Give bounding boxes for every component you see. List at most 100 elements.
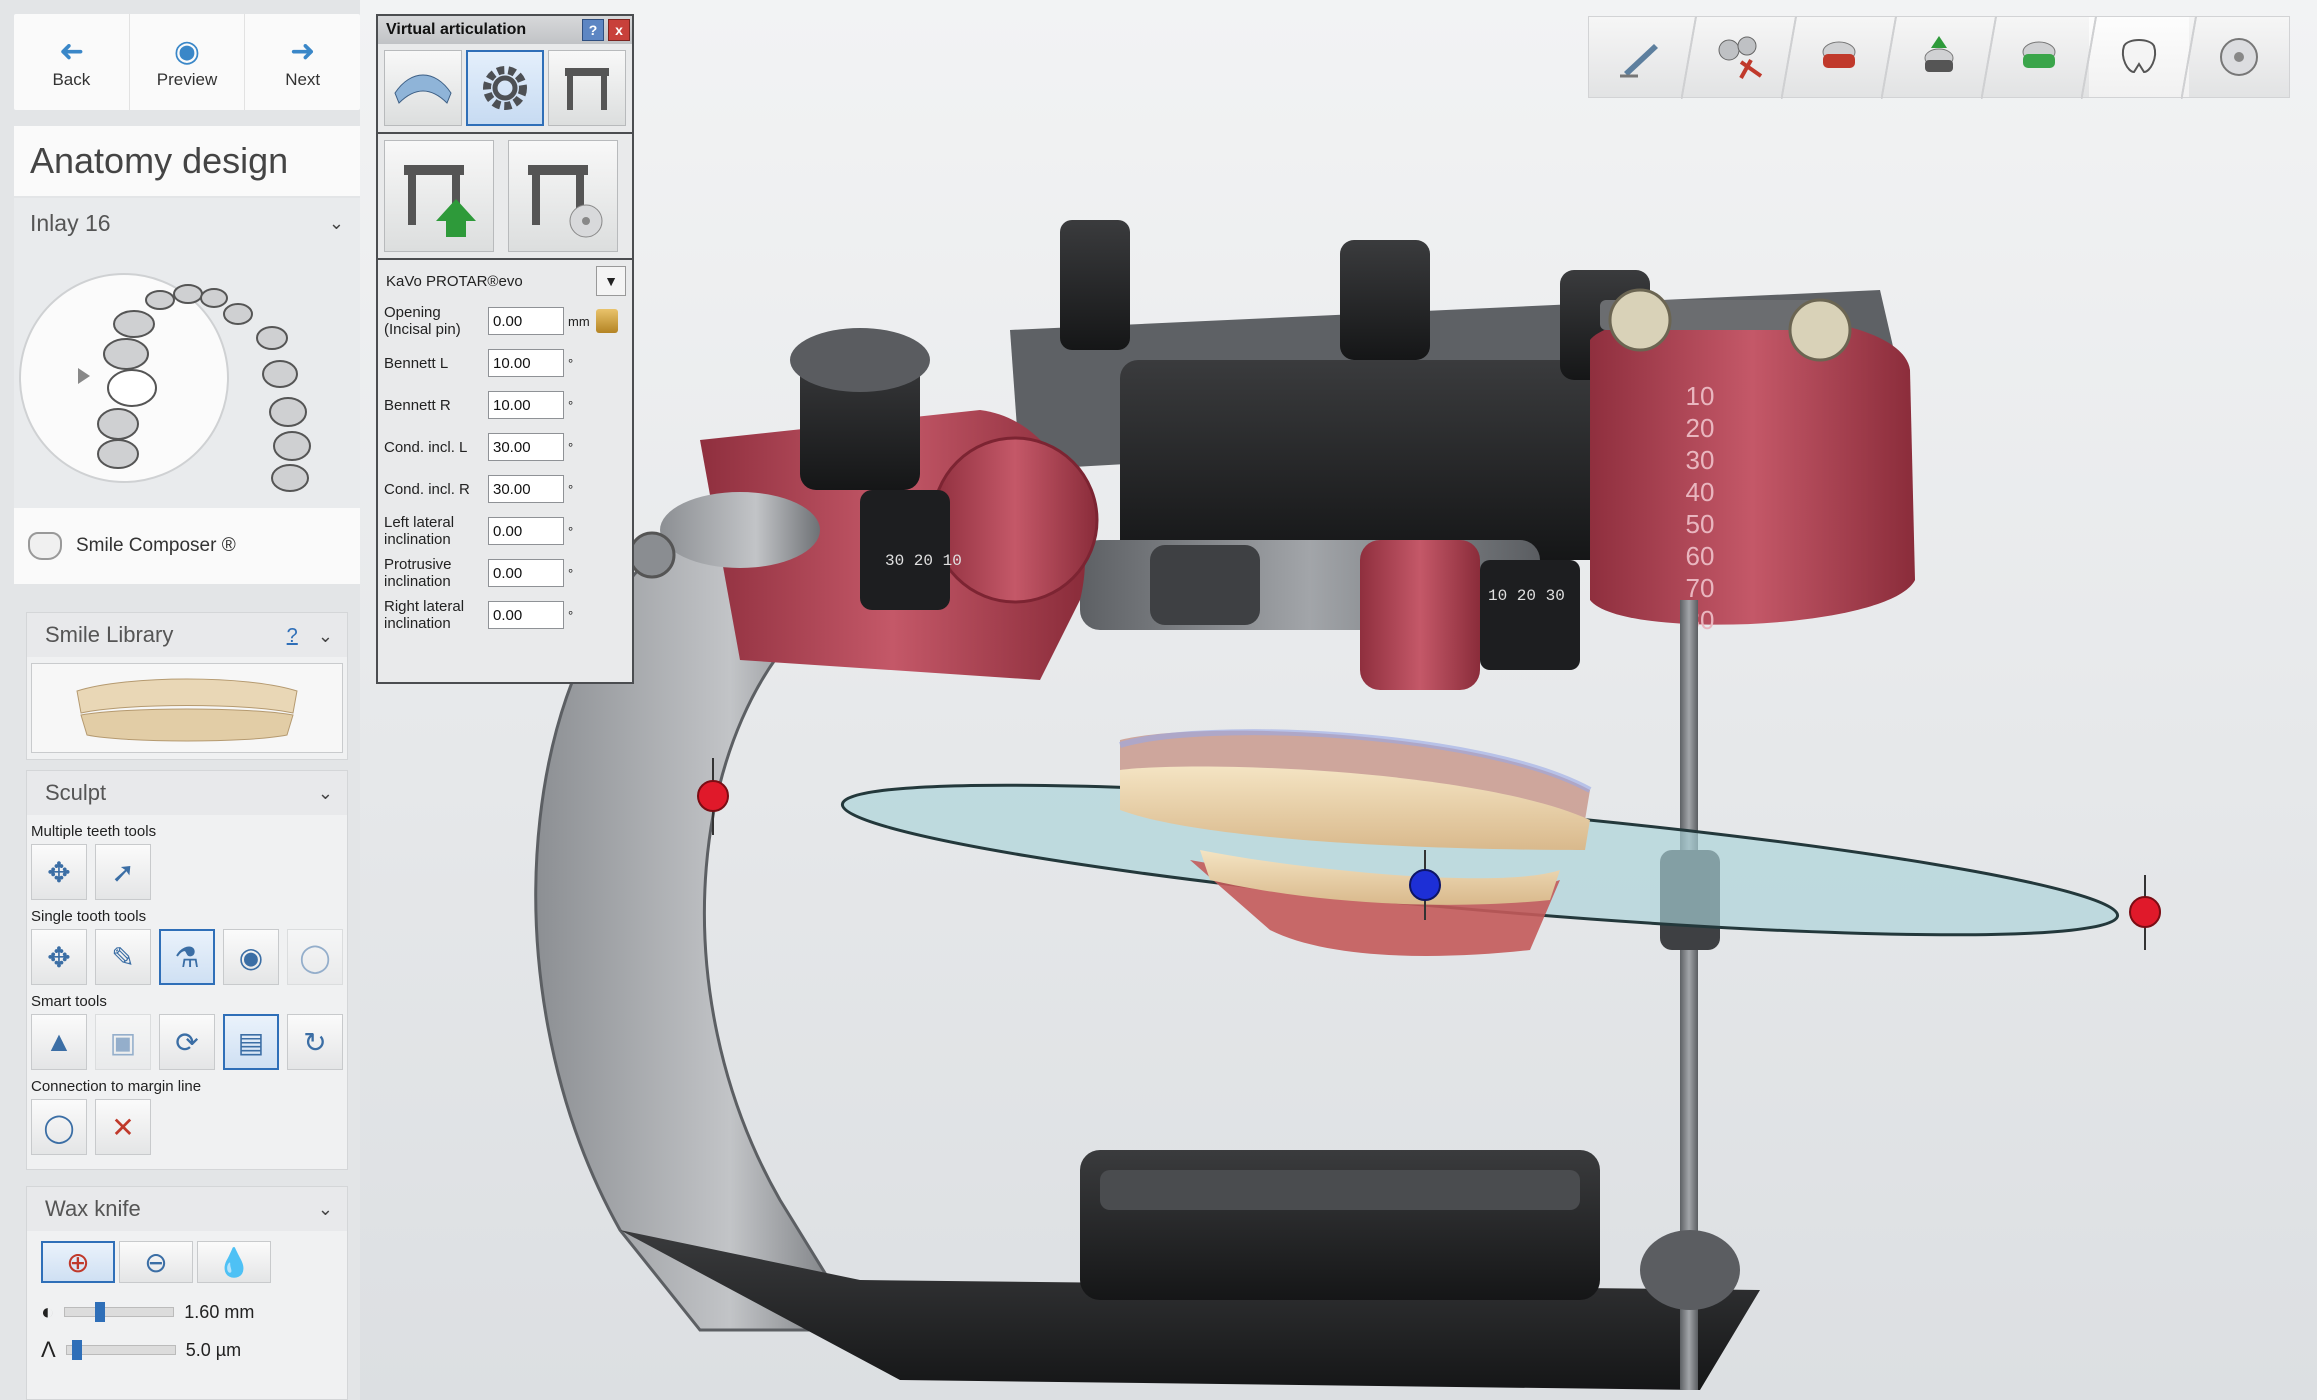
sculpt-header[interactable]: Sculpt ⌄ bbox=[27, 771, 347, 815]
multi-move-tool-icon[interactable]: ✥ bbox=[31, 844, 87, 900]
svg-text:60: 60 bbox=[1686, 541, 1715, 571]
articulator-scene[interactable]: 30 20 10 10 20 30 40 50 60 70 80 10 20 3… bbox=[360, 0, 2317, 1400]
step-save[interactable] bbox=[2189, 17, 2289, 97]
load-articulator-button[interactable] bbox=[508, 140, 618, 252]
single-move-tool-icon[interactable]: ✥ bbox=[31, 929, 87, 985]
svg-text:70: 70 bbox=[1686, 573, 1715, 603]
right-plane-handle[interactable] bbox=[2129, 875, 2161, 950]
param-unit: ° bbox=[568, 523, 574, 539]
disc-icon bbox=[528, 165, 603, 238]
step-parameters[interactable] bbox=[1989, 17, 2097, 99]
param-input[interactable]: 30.00 bbox=[488, 433, 564, 461]
adapt-tool-icon[interactable]: ▲ bbox=[31, 1014, 87, 1070]
export-articulator-button[interactable] bbox=[384, 140, 494, 252]
left-panel: ➜ Back ◉ Preview ➜ Next .nav-btn:first-c… bbox=[0, 0, 360, 1400]
dialog-actions bbox=[378, 134, 632, 260]
wax-knife-title: Wax knife bbox=[45, 1196, 141, 1221]
size-value: 1.60 mm bbox=[184, 1301, 255, 1322]
param-row: Bennett R 10.00 ° bbox=[378, 384, 632, 426]
smile-library-header[interactable]: Smile Library ? ⌄ bbox=[27, 613, 347, 657]
step-segmentation[interactable] bbox=[1689, 17, 1797, 99]
step-anatomy-design[interactable] bbox=[2089, 17, 2197, 99]
tooth-icon bbox=[2122, 39, 2156, 74]
step-insertion[interactable] bbox=[1889, 17, 1997, 99]
size-slider[interactable] bbox=[64, 1302, 175, 1322]
smooth-tool-icon[interactable]: ◉ bbox=[223, 929, 279, 985]
connection-label: Connection to margin line bbox=[31, 1078, 202, 1095]
param-input[interactable]: 10.00 bbox=[488, 391, 564, 419]
tooth-selector-box: Inlay 16 ⌄ bbox=[14, 198, 360, 508]
smooth-material-button[interactable]: 💧 bbox=[197, 1241, 271, 1283]
step-die[interactable] bbox=[1789, 17, 1897, 99]
help-button[interactable]: ? bbox=[582, 19, 604, 41]
svg-text:40: 40 bbox=[1686, 477, 1715, 507]
articulator-type-select[interactable]: KaVo PROTAR®evo ▼ bbox=[384, 266, 626, 296]
smart-tools-label: Smart tools bbox=[31, 993, 107, 1010]
cut-tool-icon[interactable]: ◯ bbox=[287, 929, 343, 985]
chevron-down-icon: ⌄ bbox=[317, 1198, 333, 1219]
sculpt-title: Sculpt bbox=[45, 780, 107, 805]
preview-button[interactable]: ◉ Preview bbox=[130, 14, 246, 110]
param-row: Bennett L 10.00 ° bbox=[378, 342, 632, 384]
shape-tool-icon[interactable]: ✎ bbox=[95, 929, 151, 985]
close-button[interactable]: x bbox=[608, 19, 630, 41]
disc-icon bbox=[2220, 38, 2258, 76]
param-input[interactable]: 0.00 bbox=[488, 601, 564, 629]
param-input[interactable]: 0.00 bbox=[488, 307, 564, 335]
dialog-tabs bbox=[378, 44, 632, 134]
multi-scale-tool-icon[interactable]: ➚ bbox=[95, 844, 151, 900]
3d-viewport[interactable]: 30 20 10 10 20 30 40 50 60 70 80 10 20 3… bbox=[360, 0, 2317, 1400]
navigation-bar: ➜ Back ◉ Preview ➜ Next bbox=[14, 14, 360, 110]
param-unit: ° bbox=[568, 439, 574, 455]
param-input[interactable]: 30.00 bbox=[488, 475, 564, 503]
add-material-button[interactable]: ⊕ bbox=[41, 1241, 115, 1283]
tab-articulator[interactable] bbox=[548, 50, 626, 126]
param-input[interactable]: 10.00 bbox=[488, 349, 564, 377]
size-icon: ◐ bbox=[41, 1299, 55, 1324]
workflow-toolbar bbox=[1588, 16, 2290, 99]
smile-composer-row[interactable]: Smile Composer ® bbox=[14, 508, 360, 584]
die-green-icon bbox=[2022, 41, 2056, 68]
scissors-icon bbox=[1718, 36, 1763, 79]
strength-slider-knob[interactable] bbox=[71, 1340, 82, 1360]
next-button[interactable]: ➜ Next bbox=[245, 14, 360, 110]
wax-knife-header[interactable]: Wax knife ⌄ bbox=[27, 1187, 347, 1231]
dental-arch-chart[interactable] bbox=[14, 248, 360, 508]
disconnect-margin-icon[interactable]: ✕ bbox=[95, 1099, 151, 1155]
dropdown-arrow-icon[interactable]: ▼ bbox=[596, 266, 626, 296]
back-button[interactable]: ➜ Back bbox=[14, 14, 130, 110]
lock-icon[interactable] bbox=[595, 309, 618, 333]
tab-settings[interactable] bbox=[466, 50, 544, 126]
connect-margin-icon[interactable]: ◯ bbox=[31, 1099, 87, 1155]
die-arrow-icon bbox=[1924, 36, 1954, 72]
left-dial-label: 30 20 10 bbox=[885, 552, 962, 570]
wax-knife-tool-icon[interactable]: ⚗ bbox=[159, 929, 215, 985]
strength-slider[interactable] bbox=[65, 1340, 176, 1360]
arrow-left-icon: ➜ bbox=[58, 35, 84, 68]
param-unit: ° bbox=[568, 565, 574, 581]
strength-icon: Λ bbox=[41, 1337, 56, 1362]
remove-material-button[interactable]: ⊖ bbox=[119, 1241, 193, 1283]
param-unit: mm bbox=[568, 313, 590, 329]
articulator-tool-icon[interactable]: ▤ bbox=[223, 1014, 279, 1070]
help-link[interactable]: ? bbox=[287, 625, 298, 647]
preview-label: Preview bbox=[156, 70, 218, 89]
dialog-titlebar[interactable]: Virtual articulation ? x bbox=[378, 16, 632, 44]
contact-tool-icon[interactable]: ▣ bbox=[95, 1014, 151, 1070]
param-input[interactable]: 0.00 bbox=[488, 559, 564, 587]
param-label: Left lateral inclination bbox=[384, 514, 455, 548]
morph-tool-icon[interactable]: ⟳ bbox=[159, 1014, 215, 1070]
teeth-preview-image bbox=[76, 678, 298, 742]
param-label: Bennett L bbox=[384, 354, 449, 372]
size-slider-knob[interactable] bbox=[95, 1302, 106, 1322]
param-input[interactable]: 0.00 bbox=[488, 517, 564, 545]
tooth-selector[interactable]: Inlay 16 ⌄ bbox=[14, 198, 360, 248]
gear-icon bbox=[483, 66, 527, 110]
tab-models[interactable] bbox=[384, 50, 462, 126]
reset-tool-icon[interactable]: ↻ bbox=[287, 1014, 343, 1070]
smile-library-preview[interactable] bbox=[31, 663, 343, 753]
param-unit: ° bbox=[568, 607, 574, 623]
step-margin-line[interactable] bbox=[1589, 17, 1697, 99]
tooth-icon bbox=[28, 532, 62, 560]
smile-composer-label: Smile Composer ® bbox=[76, 535, 236, 556]
